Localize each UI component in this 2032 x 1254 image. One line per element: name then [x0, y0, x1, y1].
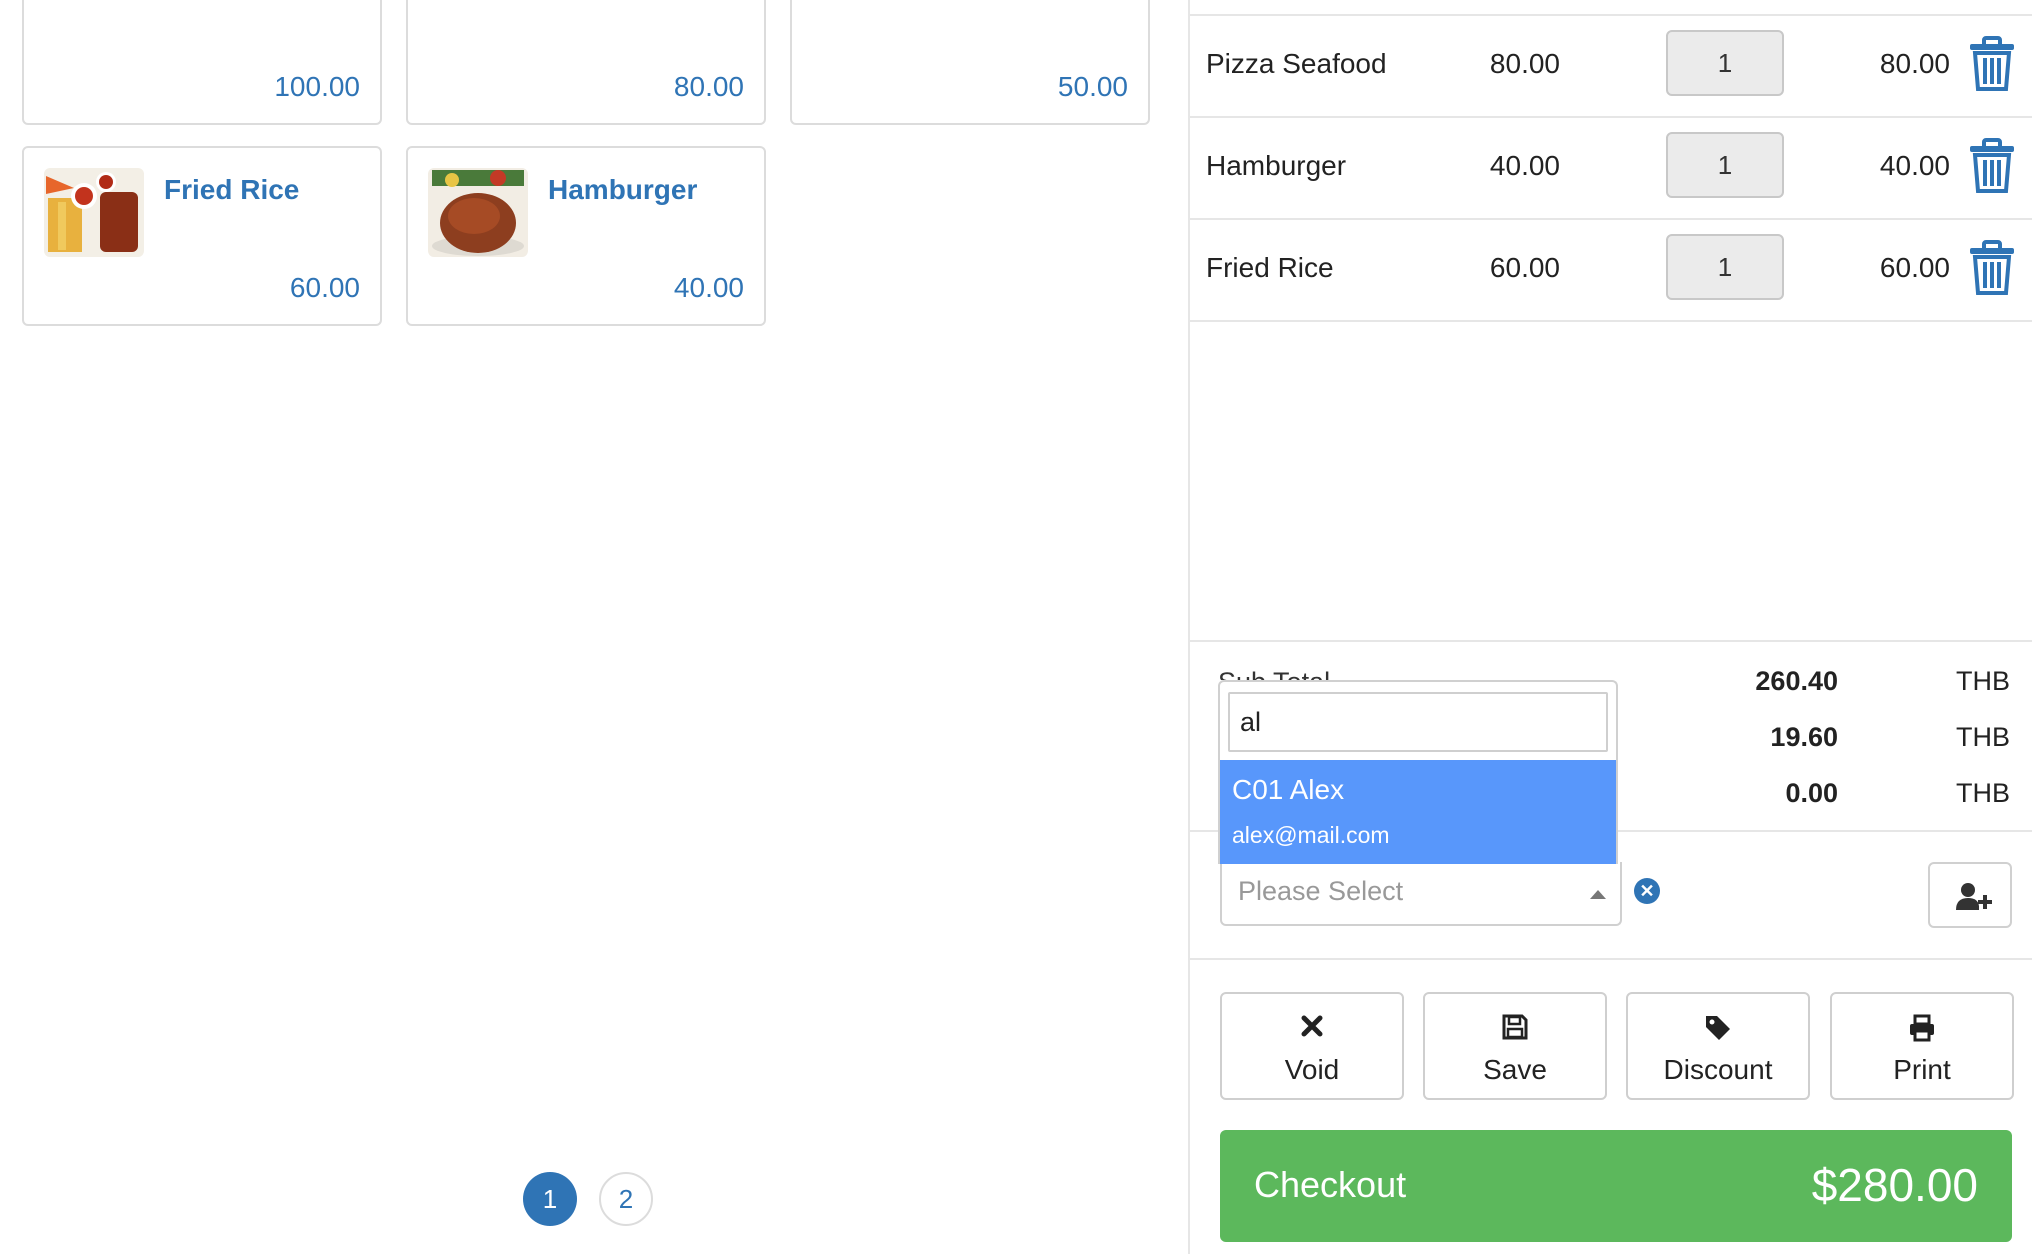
product-name: Fried Rice: [164, 174, 300, 205]
product-panel: 100.00 80.00 50.00 Fried Rice 60.00 Hamb…: [0, 0, 1188, 1254]
summary-currency: THB: [1956, 666, 2010, 696]
customer-select[interactable]: Please Select: [1220, 862, 1622, 926]
save-icon: [1425, 1014, 1605, 1044]
void-label: Void: [1284, 1054, 1340, 1085]
product-image: [44, 168, 144, 257]
save-button[interactable]: Save: [1423, 992, 1607, 1100]
user-plus-icon: [1956, 883, 1992, 910]
customer-select-placeholder: Please Select: [1238, 876, 1404, 906]
product-price: 100.00: [274, 71, 360, 102]
summary-amount: 260.40: [1755, 666, 1838, 696]
order-row: Pizza Seafood 80.00 80.00: [1190, 16, 2032, 116]
void-button[interactable]: Void: [1220, 992, 1404, 1100]
quantity-input[interactable]: [1666, 132, 1784, 198]
trash-icon[interactable]: [1968, 138, 2016, 194]
product-card-hamburger[interactable]: Hamburger 40.00: [406, 146, 766, 326]
trash-icon[interactable]: [1968, 240, 2016, 296]
add-customer-button[interactable]: [1928, 862, 2012, 928]
close-icon[interactable]: ✕: [1634, 878, 1660, 904]
quantity-input[interactable]: [1666, 234, 1784, 300]
order-item-name: Hamburger: [1206, 150, 1347, 181]
discount-label: Discount: [1663, 1054, 1773, 1085]
customer-dropdown: C01 Alex alex@mail.com: [1218, 680, 1618, 864]
divider: [1190, 958, 2032, 960]
quantity-input[interactable]: [1666, 30, 1784, 96]
product-card[interactable]: 50.00: [790, 0, 1150, 125]
print-label: Print: [1893, 1054, 1951, 1085]
customer-option-title: C01 Alex: [1232, 774, 1345, 805]
customer-option[interactable]: C01 Alex alex@mail.com: [1220, 760, 1616, 864]
summary-currency: THB: [1956, 722, 2010, 752]
page-button-2[interactable]: 2: [599, 1172, 653, 1226]
order-item-total: 60.00: [1879, 252, 1950, 283]
order-row: Hamburger 40.00 40.00: [1190, 118, 2032, 218]
product-image: [428, 168, 528, 257]
customer-option-email: alex@mail.com: [1232, 822, 1390, 848]
subtotal-label: Sub Total: [1218, 662, 1330, 680]
product-price: 40.00: [673, 272, 744, 303]
product-card[interactable]: 100.00: [22, 0, 382, 125]
customer-search-input[interactable]: [1228, 692, 1608, 752]
checkout-amount: $280.00: [1811, 1159, 1978, 1211]
product-card-fried-rice[interactable]: Fried Rice 60.00: [22, 146, 382, 326]
trash-icon[interactable]: [1968, 36, 2016, 92]
product-card[interactable]: 80.00: [406, 0, 766, 125]
page-button-1[interactable]: 1: [523, 1172, 577, 1226]
order-item-name: Fried Rice: [1206, 252, 1334, 283]
order-item-price: 80.00: [1489, 48, 1560, 79]
product-name: Hamburger: [548, 174, 698, 205]
checkout-button[interactable]: Checkout $280.00: [1220, 1130, 2012, 1242]
product-price: 50.00: [1057, 71, 1128, 102]
order-item-price: 60.00: [1489, 252, 1560, 283]
order-item-price: 40.00: [1489, 150, 1560, 181]
summary-amount: 0.00: [1785, 778, 1838, 808]
divider: [1190, 640, 2032, 642]
caret-up-icon: [1590, 890, 1606, 899]
order-item-total: 80.00: [1879, 48, 1950, 79]
order-item-name: Pizza Seafood: [1206, 48, 1387, 79]
close-icon: [1222, 1014, 1402, 1044]
summary-currency: THB: [1956, 778, 2010, 808]
order-row: Fried Rice 60.00 60.00: [1190, 220, 2032, 320]
product-price: 60.00: [289, 272, 360, 303]
checkout-label: Checkout: [1254, 1164, 1407, 1205]
discount-button[interactable]: Discount: [1626, 992, 1810, 1100]
save-label: Save: [1483, 1054, 1547, 1085]
print-icon: [1832, 1014, 2012, 1044]
order-item-total: 40.00: [1879, 150, 1950, 181]
divider: [1190, 320, 2032, 322]
product-price: 80.00: [673, 71, 744, 102]
print-button[interactable]: Print: [1830, 992, 2014, 1100]
summary-amount: 19.60: [1770, 722, 1838, 752]
tag-icon: [1628, 1014, 1808, 1044]
order-panel: Pizza Seafood 80.00 80.00 Hamburger 40.0…: [1188, 0, 2032, 1254]
